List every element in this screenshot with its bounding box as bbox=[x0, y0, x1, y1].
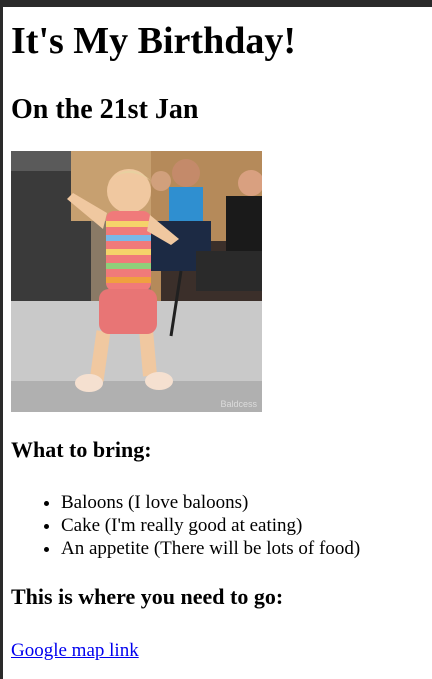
gif-watermark: Baldcess bbox=[220, 399, 257, 409]
window-left-border bbox=[0, 0, 3, 679]
dancing-baby-gif: Baldcess bbox=[11, 151, 262, 412]
what-to-bring-heading: What to bring: bbox=[11, 437, 152, 462]
google-map-link[interactable]: Google map link bbox=[11, 640, 139, 662]
list-item: Baloons (I love baloons) bbox=[61, 491, 426, 514]
directions-heading: This is where you need to go: bbox=[11, 584, 284, 609]
page-content: It's My Birthday! On the 21st Jan Baldce… bbox=[11, 7, 426, 662]
bring-list: Baloons (I love baloons) Cake (I'm reall… bbox=[11, 491, 426, 560]
page-title: It's My Birthday! bbox=[11, 20, 296, 62]
window-top-border bbox=[0, 0, 432, 7]
party-date-heading: On the 21st Jan bbox=[11, 94, 199, 125]
list-item: Cake (I'm really good at eating) bbox=[61, 514, 426, 537]
list-item: An appetite (There will be lots of food) bbox=[61, 537, 426, 560]
